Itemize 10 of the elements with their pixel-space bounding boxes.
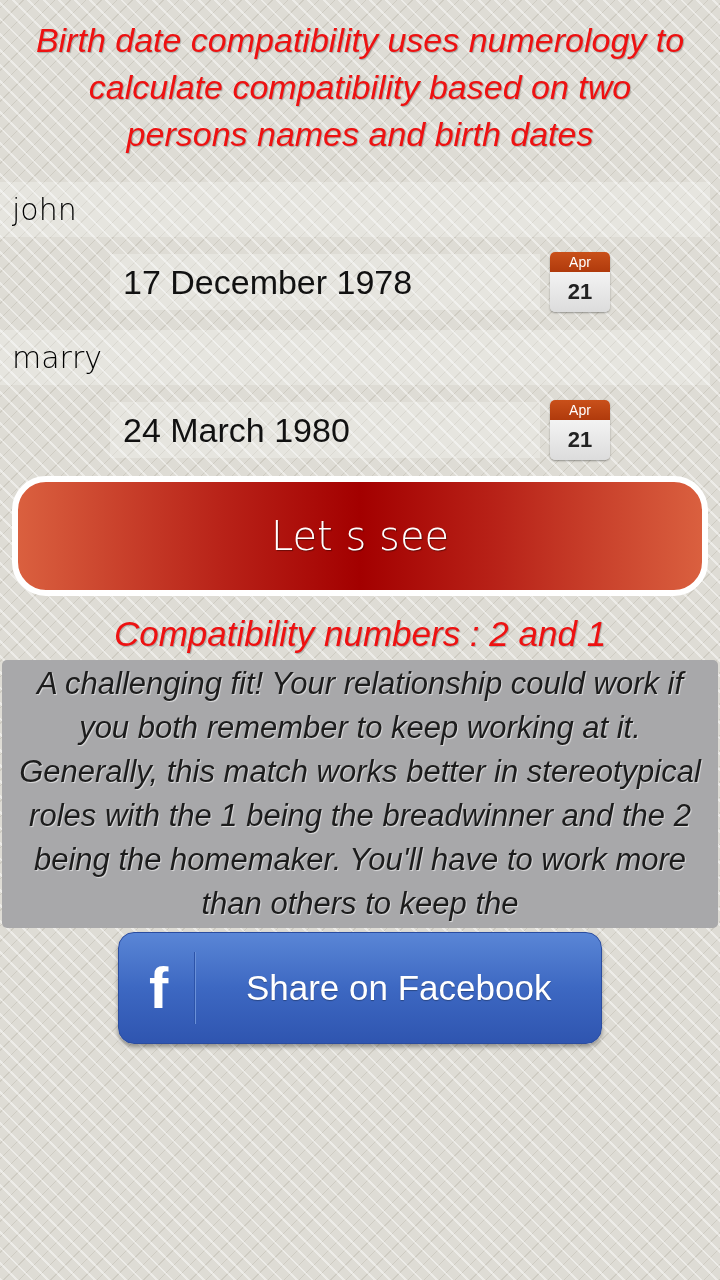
date-field[interactable]: 24 March 1980 (110, 402, 540, 458)
compatibility-numbers: Compatibility numbers : 2 and 1 (112, 613, 608, 655)
submit-button[interactable]: Let s see (12, 476, 708, 596)
calendar-button[interactable]: Apr 21 (550, 400, 610, 460)
date-field[interactable]: 17 December 1978 (110, 254, 540, 310)
share-button[interactable]: f Share on Facebook (118, 932, 602, 1044)
result-description: A challenging fit! Your relationship could work if you both remember to keep working at it. Generally, this match works better in stereotypical roles with the 1 being the breadwinner and the 2 being the homemaker. You'll have to work more than others to keep the (18, 665, 703, 923)
calendar-button[interactable]: Apr 21 (550, 252, 610, 312)
f-logo-icon: f (149, 959, 169, 1017)
intro-text: Birth date compatibility uses numerology to calculate compatibility based on two persons names and birth dates (34, 20, 686, 155)
